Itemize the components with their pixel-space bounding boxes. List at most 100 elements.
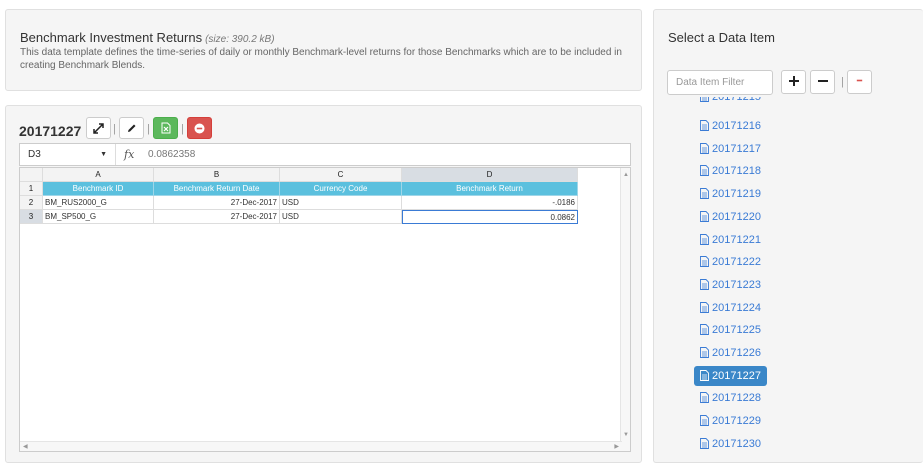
table-cell[interactable]: BM_SP500_G	[43, 210, 154, 224]
row-header-3[interactable]: 3	[20, 210, 43, 224]
document-icon	[700, 186, 709, 206]
list-item[interactable]: 20171218	[694, 161, 767, 181]
document-icon	[700, 97, 709, 109]
table-header-cell[interactable]: Benchmark Return Date	[154, 182, 280, 196]
document-icon	[700, 390, 709, 410]
edit-button[interactable]	[119, 117, 144, 139]
list-item[interactable]: 20171216	[694, 116, 767, 136]
table-cell[interactable]: -.0186	[402, 196, 578, 210]
cell-reference: D3	[28, 149, 41, 160]
document-icon	[700, 345, 709, 365]
spreadsheet-grid[interactable]: A B C D 1 2 3 Benchmark ID Benchmark Ret…	[19, 167, 631, 452]
chevron-down-icon[interactable]: ▼	[100, 144, 107, 165]
column-header-d[interactable]: D	[402, 168, 578, 182]
document-icon	[700, 413, 709, 433]
table-cell[interactable]: 27-Dec-2017	[154, 210, 280, 224]
scroll-left-icon[interactable]: ◀	[23, 443, 28, 450]
expand-icon	[93, 122, 104, 134]
pencil-icon	[126, 123, 137, 134]
vertical-scrollbar[interactable]: ▲ ▼	[620, 168, 630, 451]
table-cell[interactable]: USD	[280, 196, 402, 210]
plus-icon	[788, 73, 799, 91]
list-item[interactable]: 20171217	[694, 139, 767, 159]
template-title: Benchmark Investment Returns (size: 390.2…	[20, 30, 275, 45]
scroll-up-icon[interactable]: ▲	[623, 172, 629, 178]
list-item[interactable]: 20171222	[694, 252, 767, 272]
list-item[interactable]: 20171230	[694, 434, 767, 454]
formula-input[interactable]: 0.0862358	[148, 144, 195, 165]
minus-circle-icon	[854, 73, 865, 91]
document-icon	[700, 277, 709, 297]
sheet-panel: 20171227 | | | D3 ▼ fx 0.0862358 A B C D…	[5, 105, 642, 463]
list-item-label: 20171215	[712, 97, 761, 103]
export-excel-button[interactable]	[153, 117, 178, 139]
delete-sheet-button[interactable]	[187, 117, 212, 139]
list-item[interactable]: 20171220	[694, 207, 767, 227]
list-item-label: 20171223	[712, 278, 761, 291]
list-item-label: 20171217	[712, 142, 761, 155]
list-item-label: 20171227	[712, 369, 761, 382]
list-item[interactable]: 20171223	[694, 275, 767, 295]
list-item[interactable]: 20171226	[694, 343, 767, 363]
table-header-cell[interactable]: Benchmark ID	[43, 182, 154, 196]
list-item-label: 20171219	[712, 188, 761, 201]
column-header-c[interactable]: C	[280, 168, 402, 182]
row-header-2[interactable]: 2	[20, 196, 43, 210]
list-item[interactable]: 20171229	[694, 411, 767, 431]
list-item[interactable]: 20171224	[694, 298, 767, 318]
document-icon	[700, 368, 709, 388]
table-header-cell[interactable]: Benchmark Return	[402, 182, 578, 196]
template-size: (size: 390.2 kB)	[205, 34, 275, 45]
list-item-label: 20171222	[712, 256, 761, 269]
document-icon	[700, 163, 709, 183]
table-header-cell[interactable]: Currency Code	[280, 182, 402, 196]
add-item-button[interactable]	[781, 70, 806, 94]
list-item-selected[interactable]: 20171227	[694, 365, 767, 388]
corner-cell[interactable]	[20, 168, 43, 182]
column-header-a[interactable]: A	[43, 168, 154, 182]
cell-reference-box[interactable]: D3 ▼	[20, 144, 116, 165]
toolbar-separator: |	[113, 123, 116, 135]
list-item-label: 20171226	[712, 347, 761, 359]
document-icon	[700, 254, 709, 274]
active-cell[interactable]: 0.0862	[402, 210, 578, 224]
list-item[interactable]: 20171221	[694, 230, 767, 250]
template-title-text: Benchmark Investment Returns	[20, 30, 203, 45]
data-item-filter-input[interactable]	[667, 70, 773, 95]
template-description: This data template defines the time-seri…	[20, 47, 622, 71]
minus-circle-icon	[194, 123, 205, 134]
expand-button[interactable]	[86, 117, 111, 139]
scroll-right-icon[interactable]: ▶	[614, 443, 619, 450]
list-item[interactable]: 20171219	[694, 184, 767, 204]
function-icon: fx	[124, 148, 135, 161]
delete-item-button[interactable]	[847, 70, 872, 94]
document-icon	[700, 141, 709, 161]
scroll-down-icon[interactable]: ▼	[623, 432, 629, 438]
list-item-label: 20171221	[712, 233, 761, 246]
data-item-sidebar: Select a Data Item | 2017121520171216201…	[653, 9, 923, 463]
list-item-label: 20171225	[712, 324, 761, 337]
list-item[interactable]: 20171215	[694, 97, 767, 107]
excel-file-icon	[161, 122, 171, 134]
remove-item-button[interactable]	[810, 70, 835, 94]
list-item-label: 20171220	[712, 210, 761, 223]
document-icon	[700, 436, 709, 456]
list-item-label: 20171218	[712, 165, 761, 178]
template-info-panel: Benchmark Investment Returns (size: 390.2…	[5, 9, 642, 91]
document-icon	[700, 322, 709, 342]
table-cell[interactable]: BM_RUS2000_G	[43, 196, 154, 210]
list-item-label: 20171224	[712, 301, 761, 314]
horizontal-scrollbar[interactable]: ◀ ▶	[20, 441, 622, 451]
toolbar-separator: |	[841, 76, 844, 88]
data-item-list: 20171215 20171216 20171217 20171218 20171219…	[694, 97, 854, 463]
formula-bar: D3 ▼ fx 0.0862358	[19, 143, 631, 166]
table-cell[interactable]: USD	[280, 210, 402, 224]
table-cell[interactable]: 27-Dec-2017	[154, 196, 280, 210]
row-header-1[interactable]: 1	[20, 182, 43, 196]
column-header-b[interactable]: B	[154, 168, 280, 182]
list-item[interactable]: 20171228	[694, 388, 767, 408]
document-icon	[700, 232, 709, 252]
list-item-label: 20171229	[712, 415, 761, 428]
sheet-title: 20171227	[19, 123, 82, 139]
list-item[interactable]: 20171225	[694, 320, 767, 340]
